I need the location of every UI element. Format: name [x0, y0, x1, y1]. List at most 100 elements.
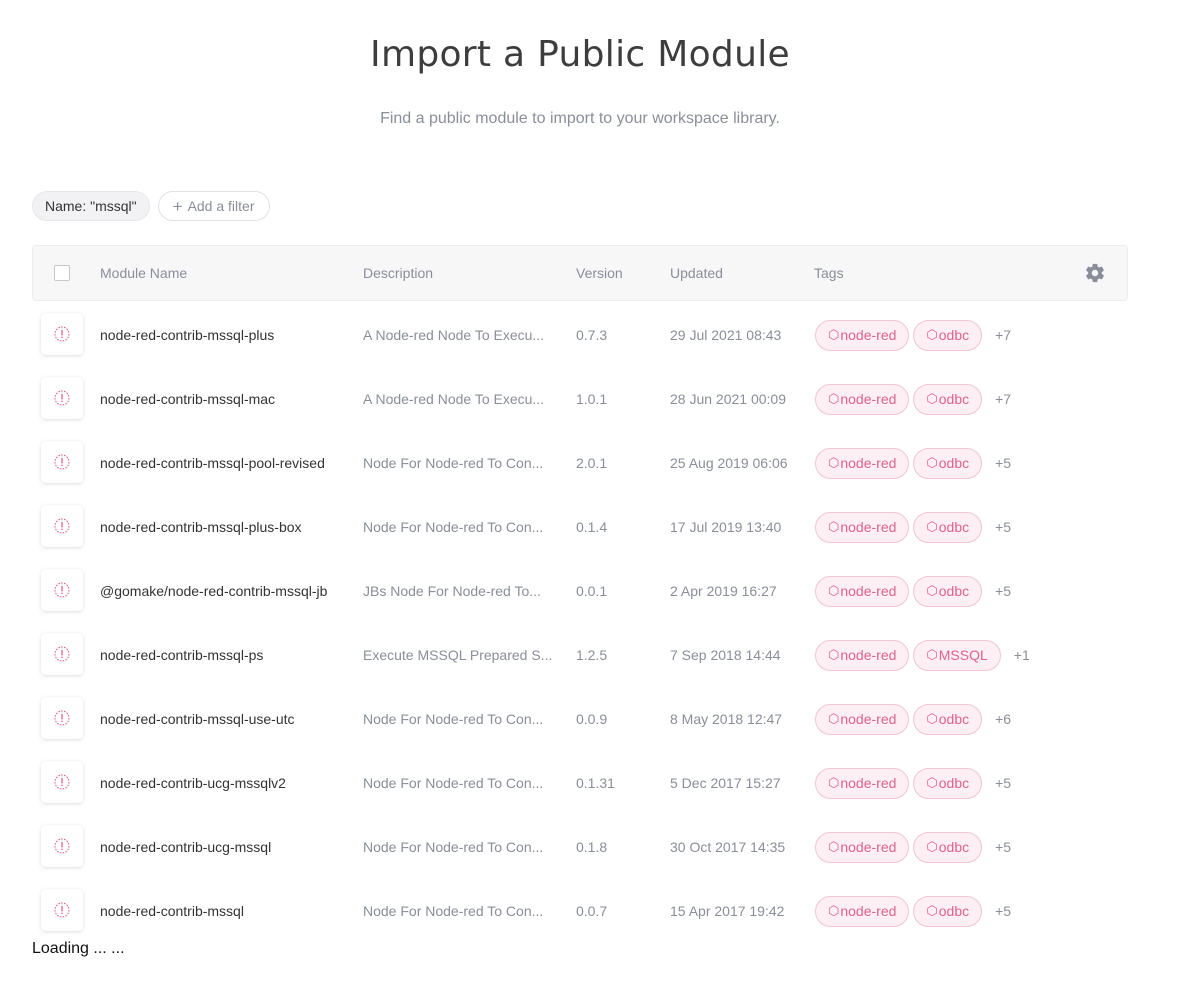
hexagon-icon: ⬡: [828, 839, 840, 854]
filter-chip-name[interactable]: Name: "mssql": [32, 191, 150, 221]
module-description: Node For Node-red To Con...: [363, 775, 544, 791]
table-row[interactable]: node-red-contrib-ucg-mssql Node For Node…: [32, 815, 1128, 879]
module-version: 1.2.5: [576, 647, 608, 663]
tag-pill[interactable]: ⬡ node-red: [815, 895, 910, 927]
module-description: Node For Node-red To Con...: [363, 839, 544, 855]
tag-pill[interactable]: ⬡ odbc: [913, 319, 983, 351]
table-row[interactable]: node-red-contrib-mssql-mac A Node-red No…: [32, 367, 1128, 431]
tag-label: odbc: [938, 711, 970, 727]
tag-pill[interactable]: ⬡ odbc: [913, 831, 983, 863]
module-updated: 17 Jul 2019 13:40: [670, 519, 782, 535]
more-tags-count[interactable]: +1: [1014, 647, 1030, 663]
table-row[interactable]: node-red-contrib-mssql-plus-box Node For…: [32, 495, 1128, 559]
module-updated: 2 Apr 2019 16:27: [670, 583, 777, 599]
module-updated: 29 Jul 2021 08:43: [670, 327, 782, 343]
tag-label: MSSQL: [938, 647, 988, 663]
module-name[interactable]: node-red-contrib-mssql-use-utc: [100, 687, 295, 751]
hexagon-icon: ⬡: [828, 711, 840, 726]
tag-label: node-red: [840, 839, 897, 855]
tag-label: node-red: [840, 583, 897, 599]
tag-label: node-red: [840, 647, 897, 663]
alert-circle-icon: [54, 454, 70, 470]
tag-label: odbc: [938, 455, 970, 471]
more-tags-count[interactable]: +7: [995, 391, 1011, 407]
tag-pill[interactable]: ⬡ odbc: [913, 383, 983, 415]
tag-label: odbc: [938, 775, 970, 791]
tag-pill[interactable]: ⬡ odbc: [913, 511, 983, 543]
tag-pill[interactable]: ⬡ odbc: [913, 895, 983, 927]
tag-pill[interactable]: ⬡ node-red: [815, 639, 910, 671]
tag-pill[interactable]: ⬡ node-red: [815, 447, 910, 479]
tag-pill[interactable]: ⬡ odbc: [913, 767, 983, 799]
module-version: 2.0.1: [576, 455, 608, 471]
more-tags-count[interactable]: +6: [995, 711, 1011, 727]
column-header-updated[interactable]: Updated: [670, 246, 723, 300]
tag-pill[interactable]: ⬡ odbc: [913, 447, 983, 479]
module-avatar: [41, 377, 83, 419]
hexagon-icon: ⬡: [926, 327, 938, 342]
module-tags: ⬡ node-red ⬡ odbc +5: [815, 447, 1011, 479]
tag-pill[interactable]: ⬡ node-red: [815, 575, 910, 607]
module-name[interactable]: @gomake/node-red-contrib-mssql-jb: [100, 559, 327, 623]
alert-circle-icon: [54, 902, 70, 918]
select-all-checkbox[interactable]: [54, 265, 70, 281]
add-filter-label: Add a filter: [187, 198, 255, 214]
hexagon-icon: ⬡: [926, 391, 938, 406]
column-header-version[interactable]: Version: [576, 246, 623, 300]
hexagon-icon: ⬡: [926, 839, 938, 854]
add-filter-button[interactable]: + Add a filter: [157, 191, 270, 221]
column-header-description[interactable]: Description: [363, 246, 433, 300]
module-name[interactable]: node-red-contrib-mssql-mac: [100, 367, 275, 431]
more-tags-count[interactable]: +5: [995, 519, 1011, 535]
tag-pill[interactable]: ⬡ odbc: [913, 575, 983, 607]
tag-pill[interactable]: ⬡ node-red: [815, 319, 910, 351]
module-name[interactable]: node-red-contrib-mssql: [100, 879, 244, 943]
table-row[interactable]: node-red-contrib-mssql-plus A Node-red N…: [32, 303, 1128, 367]
module-name[interactable]: node-red-contrib-ucg-mssql: [100, 815, 271, 879]
more-tags-count[interactable]: +5: [995, 775, 1011, 791]
tag-pill[interactable]: ⬡ node-red: [815, 383, 910, 415]
table-row[interactable]: node-red-contrib-mssql Node For Node-red…: [32, 879, 1128, 943]
module-description: Node For Node-red To Con...: [363, 519, 544, 535]
table-row[interactable]: node-red-contrib-mssql-ps Execute MSSQL …: [32, 623, 1128, 687]
filter-bar: Name: "mssql" + Add a filter: [32, 191, 270, 221]
tag-pill[interactable]: ⬡ MSSQL: [913, 639, 1001, 671]
module-name[interactable]: node-red-contrib-mssql-plus: [100, 303, 274, 367]
table-row[interactable]: node-red-contrib-mssql-use-utc Node For …: [32, 687, 1128, 751]
tag-label: node-red: [840, 327, 897, 343]
hexagon-icon: ⬡: [828, 583, 840, 598]
column-header-name[interactable]: Module Name: [100, 246, 187, 300]
hexagon-icon: ⬡: [926, 583, 938, 598]
page-title: Import a Public Module: [370, 34, 790, 75]
more-tags-count[interactable]: +7: [995, 327, 1011, 343]
more-tags-count[interactable]: +5: [995, 903, 1011, 919]
hexagon-icon: ⬡: [926, 647, 938, 662]
more-tags-count[interactable]: +5: [995, 839, 1011, 855]
table-row[interactable]: node-red-contrib-mssql-pool-revised Node…: [32, 431, 1128, 495]
module-name[interactable]: node-red-contrib-mssql-ps: [100, 623, 263, 687]
page-subtitle: Find a public module to import to your w…: [380, 110, 780, 127]
tag-pill[interactable]: ⬡ odbc: [913, 703, 983, 735]
tag-pill[interactable]: ⬡ node-red: [815, 767, 910, 799]
module-name[interactable]: node-red-contrib-mssql-plus-box: [100, 495, 302, 559]
table-row[interactable]: @gomake/node-red-contrib-mssql-jb JBs No…: [32, 559, 1128, 623]
gear-icon[interactable]: [1084, 262, 1106, 284]
tag-pill[interactable]: ⬡ node-red: [815, 831, 910, 863]
module-version: 0.0.9: [576, 711, 608, 727]
table-row[interactable]: node-red-contrib-ucg-mssqlv2 Node For No…: [32, 751, 1128, 815]
module-tags: ⬡ node-red ⬡ odbc +5: [815, 831, 1011, 863]
tag-pill[interactable]: ⬡ node-red: [815, 703, 910, 735]
more-tags-count[interactable]: +5: [995, 455, 1011, 471]
column-header-tags[interactable]: Tags: [814, 246, 844, 300]
module-version: 0.1.8: [576, 839, 608, 855]
hexagon-icon: ⬡: [926, 711, 938, 726]
hexagon-icon: ⬡: [828, 455, 840, 470]
tag-pill[interactable]: ⬡ node-red: [815, 511, 910, 543]
tag-label: odbc: [938, 519, 970, 535]
module-avatar: [41, 697, 83, 739]
module-name[interactable]: node-red-contrib-ucg-mssqlv2: [100, 751, 286, 815]
alert-circle-icon: [54, 390, 70, 406]
more-tags-count[interactable]: +5: [995, 583, 1011, 599]
module-updated: 25 Aug 2019 06:06: [670, 455, 788, 471]
module-name[interactable]: node-red-contrib-mssql-pool-revised: [100, 431, 325, 495]
